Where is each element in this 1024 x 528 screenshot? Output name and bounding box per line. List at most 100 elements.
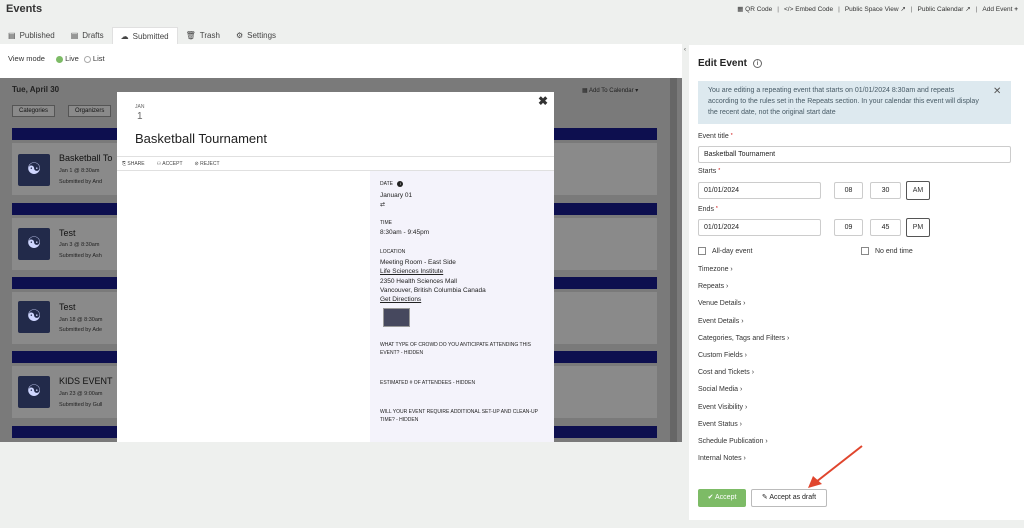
section-event-details[interactable]: Event Details › — [698, 318, 744, 325]
accept-as-draft-button[interactable]: ✎ Accept as draft — [751, 489, 827, 507]
event-title-label: Event title * — [698, 133, 733, 140]
collapse-panel-icon[interactable]: ‹ — [684, 47, 686, 53]
section-cost-tickets[interactable]: Cost and Tickets › — [698, 369, 754, 376]
event-date: Jan 18 @ 8:30am — [59, 317, 103, 323]
checkbox-icon — [698, 247, 706, 255]
page-title: Events — [6, 3, 43, 15]
listing-date: Tue, April 30 — [12, 85, 60, 94]
section-venue-details[interactable]: Venue Details › — [698, 300, 745, 307]
section-custom-fields[interactable]: Custom Fields › — [698, 352, 747, 359]
end-minute-field[interactable]: 45 — [870, 219, 901, 236]
event-logo-icon: ☯ — [18, 301, 50, 333]
end-hour-field[interactable]: 09 — [834, 219, 863, 236]
event-month: JAN — [135, 104, 145, 110]
question-setup: WILL YOUR EVENT REQUIRE ADDITIONAL SET-U… — [380, 409, 539, 415]
share-button[interactable]: ⎘ SHARE — [122, 161, 145, 167]
event-submitter: Submitted by And — [59, 179, 103, 185]
view-mode-list[interactable]: List — [83, 54, 105, 63]
event-date: Jan 3 @ 8:30am — [59, 242, 100, 248]
divider: | — [777, 5, 779, 13]
section-schedule-publication[interactable]: Schedule Publication › — [698, 438, 768, 445]
info-icon[interactable]: i — [752, 59, 762, 68]
get-directions-link[interactable]: Get Directions — [380, 296, 421, 303]
close-icon[interactable]: ✕ — [993, 86, 1001, 97]
event-submitter: Submitted by Ash — [59, 253, 102, 259]
location-street: 2350 Health Sciences Mall — [380, 278, 457, 285]
no-end-time-checkbox[interactable]: No end time — [861, 247, 913, 255]
public-calendar-link[interactable]: Public Calendar ↗ — [918, 5, 971, 13]
info-icon: i — [397, 181, 404, 187]
all-day-checkbox[interactable]: All-day event — [698, 247, 752, 255]
tab-drafts[interactable]: ▤ Drafts — [63, 27, 112, 44]
start-date-field[interactable]: 01/01/2024 — [698, 182, 821, 199]
venue-thumbnail[interactable] — [383, 308, 410, 327]
accept-button[interactable]: ✔ Accept — [698, 489, 746, 507]
accept-link[interactable]: ⚇ ACCEPT — [157, 161, 183, 167]
view-mode-live[interactable]: Live — [55, 54, 79, 63]
arrow-shaft — [815, 445, 863, 483]
edit-event-heading: Edit Event i — [698, 58, 762, 69]
section-social-media[interactable]: Social Media › — [698, 386, 742, 393]
event-title-field[interactable]: Basketball Tournament — [698, 146, 1011, 163]
divider: | — [910, 5, 913, 13]
add-to-calendar-button[interactable]: ▦ Add To Calendar ▾ — [582, 87, 638, 94]
question-crowd: WHAT TYPE OF CROWD DO YOU ANTICIPATE ATT… — [380, 342, 531, 348]
section-event-visibility[interactable]: Event Visibility › — [698, 404, 747, 411]
divider: | — [838, 5, 840, 13]
radio-icon — [83, 55, 91, 63]
checkbox-icon — [861, 247, 869, 255]
view-mode: View mode Live List — [8, 54, 105, 63]
location-label: LOCATION — [380, 249, 406, 255]
event-title: Test — [59, 228, 76, 238]
tab-settings[interactable]: ⚙ Settings — [228, 27, 284, 44]
trash-icon: 🗑 — [185, 31, 196, 40]
start-hour-field[interactable]: 08 — [834, 182, 863, 199]
divider: | — [975, 5, 978, 13]
end-date-field[interactable]: 01/01/2024 — [698, 219, 821, 236]
reject-link[interactable]: ⊘ REJECT — [195, 161, 220, 167]
add-event-link[interactable]: Add Event + — [982, 6, 1018, 13]
tab-published[interactable]: ▤ Published — [0, 27, 63, 44]
gear-icon: ⚙ — [235, 31, 244, 40]
event-title: KIDS EVENT — [59, 376, 113, 386]
radio-selected-icon — [55, 55, 63, 63]
start-ampm-toggle[interactable]: AM — [906, 181, 930, 200]
time-value: 8:30am - 9:45pm — [380, 229, 430, 236]
end-ampm-toggle[interactable]: PM — [906, 218, 930, 237]
event-logo-icon: ☯ — [18, 154, 50, 186]
location-venue-link[interactable]: Life Sciences Institute — [380, 268, 443, 275]
qr-code-link[interactable]: ▦ QR Code — [737, 5, 772, 13]
repeat-icon: ⇄ — [380, 202, 386, 208]
date-value: January 01 — [380, 192, 413, 199]
ends-label: Ends * — [698, 206, 718, 213]
tab-trash[interactable]: 🗑 Trash — [178, 27, 228, 44]
categories-filter[interactable]: Categories — [12, 105, 56, 117]
public-space-view-link[interactable]: Public Space View ↗ — [845, 5, 906, 13]
section-internal-notes[interactable]: Internal Notes › — [698, 455, 746, 462]
event-submitter: Submitted by Gull — [59, 402, 103, 408]
event-title: Basketball To — [59, 153, 113, 163]
event-title: Test — [59, 302, 76, 312]
embed-code-link[interactable]: </> Embed Code — [784, 6, 833, 13]
section-repeats[interactable]: Repeats › — [698, 283, 728, 290]
location-room: Meeting Room - East Side — [380, 259, 456, 266]
location-city: Vancouver, British Columbia Canada — [380, 287, 486, 294]
tab-submitted[interactable]: ☁ Submitted — [111, 27, 178, 44]
section-timezone[interactable]: Timezone › — [698, 266, 733, 273]
event-date: Jan 1 @ 8:30am — [59, 168, 100, 174]
question-crowd-cont: EVENT? - HIDDEN — [380, 350, 424, 356]
start-minute-field[interactable]: 30 — [870, 182, 901, 199]
organizers-filter[interactable]: Organizers — [68, 105, 112, 117]
event-day: 1 — [137, 111, 143, 122]
event-date: Jan 23 @ 9:00am — [59, 391, 103, 397]
modal-actions: ⎘ SHARE ⚇ ACCEPT ⊘ REJECT — [117, 156, 554, 171]
event-logo-icon: ☯ — [18, 376, 50, 408]
close-icon[interactable]: ✖ — [538, 94, 548, 108]
event-modal: JAN 1 Basketball Tournament ✖ ⎘ SHARE ⚇ … — [117, 92, 554, 442]
date-label: DATE i — [380, 181, 404, 187]
cloud-icon: ☁ — [120, 31, 129, 41]
tab-bar: ▤ Published ▤ Drafts ☁ Submitted 🗑 Trash ⚙ Se… — [0, 27, 284, 44]
section-event-status[interactable]: Event Status › — [698, 421, 742, 428]
scrollbar[interactable] — [670, 78, 677, 442]
section-categories-tags[interactable]: Categories, Tags and Filters › — [698, 335, 789, 342]
